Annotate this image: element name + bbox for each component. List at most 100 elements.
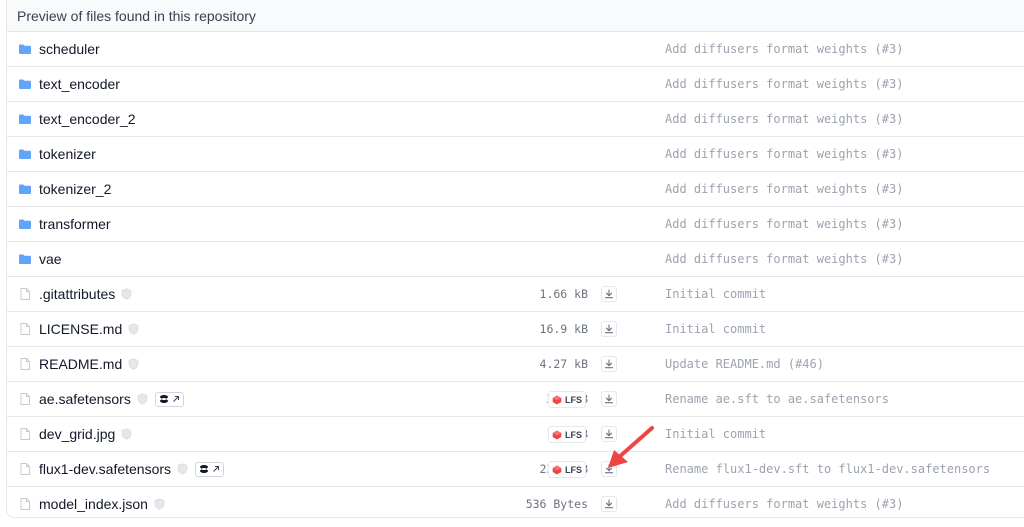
- folder-name[interactable]: transformer: [39, 216, 111, 232]
- external-link-icon: [172, 395, 180, 403]
- folder-row[interactable]: tokenizer_2 Add diffusers format weights…: [7, 172, 1024, 207]
- commit-message[interactable]: Initial commit: [665, 417, 766, 451]
- file-list: scheduler Add diffusers format weights (…: [7, 32, 1024, 521]
- safe-shield-icon[interactable]: [121, 428, 132, 440]
- file-row[interactable]: flux1-dev.safetensors 23.8 GB LFS Rename…: [7, 452, 1024, 487]
- commit-message[interactable]: Rename flux1-dev.sft to flux1-dev.safete…: [665, 452, 990, 486]
- commit-message[interactable]: Add diffusers format weights (#3): [665, 137, 903, 171]
- commit-message[interactable]: Add diffusers format weights (#3): [665, 67, 903, 101]
- file-icon: [18, 462, 32, 476]
- commit-message[interactable]: Add diffusers format weights (#3): [665, 102, 903, 136]
- download-icon: [604, 394, 614, 404]
- commit-message[interactable]: Update README.md (#46): [665, 347, 824, 381]
- safe-shield-icon[interactable]: [128, 358, 139, 370]
- commit-message[interactable]: Add diffusers format weights (#3): [665, 487, 903, 521]
- file-name-cell[interactable]: .gitattributes: [18, 277, 132, 311]
- pickle-scan-icon: [199, 464, 209, 474]
- commit-message[interactable]: Add diffusers format weights (#3): [665, 32, 903, 66]
- folder-icon: [18, 77, 32, 91]
- red-arrow-annotation: [608, 426, 654, 468]
- safe-shield-icon[interactable]: [154, 498, 165, 510]
- folder-icon: [18, 217, 32, 231]
- folder-name-cell[interactable]: text_encoder: [18, 67, 120, 101]
- folder-name[interactable]: text_encoder: [39, 76, 120, 92]
- file-name-cell[interactable]: README.md: [18, 347, 139, 381]
- folder-name[interactable]: tokenizer_2: [39, 181, 111, 197]
- folder-row[interactable]: scheduler Add diffusers format weights (…: [7, 32, 1024, 67]
- folder-name-cell[interactable]: transformer: [18, 207, 111, 241]
- folder-name[interactable]: tokenizer: [39, 146, 96, 162]
- lfs-label: LFS: [565, 464, 582, 475]
- file-name[interactable]: model_index.json: [39, 496, 148, 512]
- folder-name-cell[interactable]: tokenizer: [18, 137, 96, 171]
- download-button[interactable]: [601, 391, 617, 407]
- commit-message[interactable]: Add diffusers format weights (#3): [665, 207, 903, 241]
- folder-name-cell[interactable]: text_encoder_2: [18, 102, 136, 136]
- file-row[interactable]: dev_grid.jpg 1.3 MB LFS Initial commit: [7, 417, 1024, 452]
- file-name-cell[interactable]: dev_grid.jpg: [18, 417, 132, 451]
- folder-row[interactable]: vae Add diffusers format weights (#3): [7, 242, 1024, 277]
- file-icon: [18, 357, 32, 371]
- preview-header: Preview of files found in this repositor…: [7, 0, 1024, 32]
- commit-message[interactable]: Initial commit: [665, 277, 766, 311]
- pickle-scan-badge[interactable]: [195, 461, 225, 477]
- pickle-scan-icon: [159, 394, 169, 404]
- preview-header-title: Preview of files found in this repositor…: [17, 7, 256, 24]
- file-browser-panel: Preview of files found in this repositor…: [6, 0, 1024, 518]
- download-icon: [604, 359, 614, 369]
- folder-name-cell[interactable]: scheduler: [18, 32, 100, 66]
- file-name[interactable]: LICENSE.md: [39, 321, 122, 337]
- safe-shield-icon[interactable]: [121, 288, 132, 300]
- lfs-icon: [552, 430, 562, 440]
- file-icon: [18, 392, 32, 406]
- lfs-icon: [552, 465, 562, 475]
- download-button[interactable]: [601, 356, 617, 372]
- commit-message[interactable]: Rename ae.sft to ae.safetensors: [665, 382, 889, 416]
- file-name-cell[interactable]: model_index.json: [18, 487, 165, 521]
- external-link-icon: [212, 465, 220, 473]
- download-icon: [604, 324, 614, 334]
- commit-message[interactable]: Add diffusers format weights (#3): [665, 172, 903, 206]
- lfs-label: LFS: [565, 394, 582, 405]
- folder-icon: [18, 147, 32, 161]
- lfs-badge: LFS: [548, 461, 586, 478]
- lfs-icon: [552, 395, 562, 405]
- download-button[interactable]: [601, 286, 617, 302]
- file-name-cell[interactable]: flux1-dev.safetensors: [18, 452, 225, 486]
- file-row[interactable]: README.md 4.27 kB Update README.md (#46): [7, 347, 1024, 382]
- folder-row[interactable]: text_encoder Add diffusers format weight…: [7, 67, 1024, 102]
- file-icon: [18, 287, 32, 301]
- safe-shield-icon[interactable]: [128, 323, 139, 335]
- folder-name[interactable]: text_encoder_2: [39, 111, 136, 127]
- commit-message[interactable]: Initial commit: [665, 312, 766, 346]
- download-icon: [604, 499, 614, 509]
- folder-name[interactable]: vae: [39, 251, 62, 267]
- folder-row[interactable]: transformer Add diffusers format weights…: [7, 207, 1024, 242]
- file-name[interactable]: README.md: [39, 356, 122, 372]
- file-name[interactable]: dev_grid.jpg: [39, 426, 115, 442]
- download-button[interactable]: [601, 321, 617, 337]
- file-name-cell[interactable]: LICENSE.md: [18, 312, 139, 346]
- file-name[interactable]: flux1-dev.safetensors: [39, 461, 171, 477]
- safe-shield-icon[interactable]: [177, 463, 188, 475]
- folder-icon: [18, 42, 32, 56]
- file-row[interactable]: .gitattributes 1.66 kB Initial commit: [7, 277, 1024, 312]
- safe-shield-icon[interactable]: [137, 393, 148, 405]
- commit-message[interactable]: Add diffusers format weights (#3): [665, 242, 903, 276]
- download-button[interactable]: [601, 496, 617, 512]
- folder-name-cell[interactable]: tokenizer_2: [18, 172, 111, 206]
- folder-icon: [18, 112, 32, 126]
- file-row[interactable]: ae.safetensors 335 MB LFS Rename ae.sft …: [7, 382, 1024, 417]
- file-name[interactable]: ae.safetensors: [39, 391, 131, 407]
- file-row[interactable]: LICENSE.md 16.9 kB Initial commit: [7, 312, 1024, 347]
- folder-row[interactable]: text_encoder_2 Add diffusers format weig…: [7, 102, 1024, 137]
- file-name-cell[interactable]: ae.safetensors: [18, 382, 184, 416]
- file-row[interactable]: model_index.json 536 Bytes Add diffusers…: [7, 487, 1024, 521]
- folder-icon: [18, 252, 32, 266]
- folder-row[interactable]: tokenizer Add diffusers format weights (…: [7, 137, 1024, 172]
- folder-name[interactable]: scheduler: [39, 41, 100, 57]
- file-name[interactable]: .gitattributes: [39, 286, 115, 302]
- folder-name-cell[interactable]: vae: [18, 242, 62, 276]
- pickle-scan-badge[interactable]: [154, 391, 184, 407]
- file-size: 1.66 kB: [539, 287, 588, 301]
